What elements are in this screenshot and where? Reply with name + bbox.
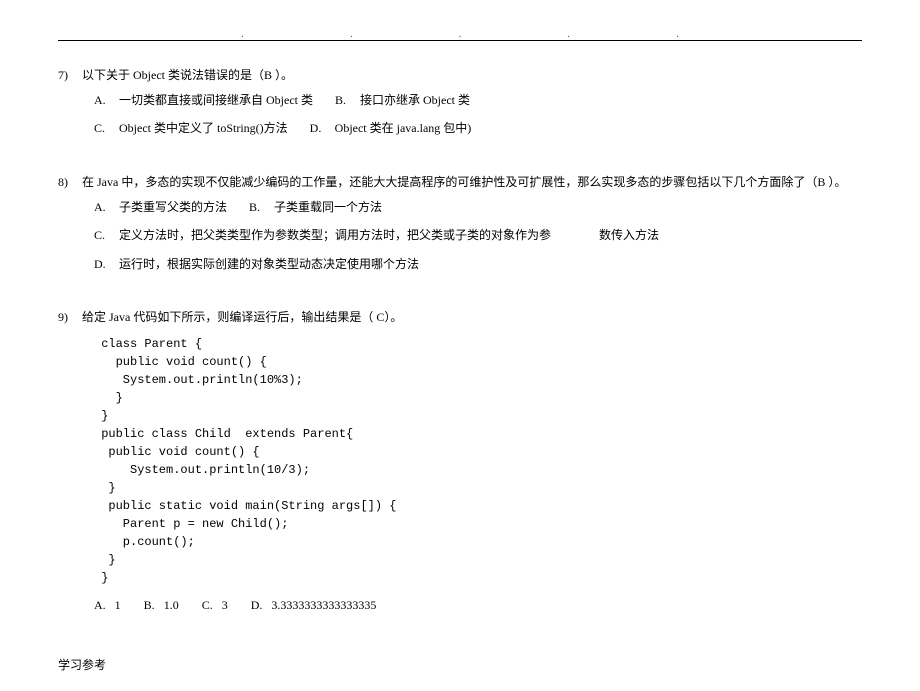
- option-label: A.: [94, 194, 116, 220]
- question-8: 8) 在 Java 中，多态的实现不仅能减少编码的工作量，还能大大提高程序的可维…: [58, 170, 862, 277]
- dot: .: [241, 29, 244, 40]
- option-text: 运行时，根据实际创建的对象类型动态决定使用哪个方法: [119, 257, 419, 271]
- option-text: 子类重载同一个方法: [274, 200, 382, 214]
- question-text: 在 Java 中，多态的实现不仅能减少编码的工作量，还能大大提高程序的可维护性及…: [82, 170, 862, 194]
- dot: .: [459, 29, 462, 40]
- option-text: 1: [115, 598, 121, 612]
- option-text: 接口亦继承 Object 类: [360, 93, 470, 107]
- option-text-trailing: 数传入方法: [599, 228, 659, 242]
- option-text: 1.0: [164, 598, 179, 612]
- option-text: 定义方法时，把父类类型作为参数类型；调用方法时，把父类或子类的对象作为参: [119, 228, 551, 242]
- option-label: B.: [249, 194, 271, 220]
- dot: .: [676, 29, 679, 40]
- footer-text: 学习参考: [58, 656, 106, 673]
- option-label: D.: [94, 251, 116, 277]
- option-text: Object 类在 java.lang 包中): [335, 121, 472, 135]
- option-label: C.: [94, 222, 116, 248]
- question-options: A. 子类重写父类的方法 B. 子类重载同一个方法 C. 定义方法时，把父类类型…: [58, 194, 862, 277]
- option-label: C.: [94, 115, 116, 141]
- option-label: B.: [144, 598, 155, 612]
- question-options: A. 一切类都直接或间接继承自 Object 类 B. 接口亦继承 Object…: [58, 87, 862, 142]
- option-text: Object 类中定义了 toString()方法: [119, 121, 288, 135]
- question-number: 8): [58, 170, 82, 194]
- option-label: C.: [202, 598, 213, 612]
- header-rule: . . . . .: [58, 40, 862, 41]
- option-label: D.: [310, 115, 332, 141]
- question-number: 7): [58, 63, 82, 87]
- header-dots: . . . . .: [58, 29, 862, 40]
- code-block: class Parent { public void count() { Sys…: [58, 335, 862, 587]
- option-text: 一切类都直接或间接继承自 Object 类: [119, 93, 313, 107]
- option-text: 子类重写父类的方法: [119, 200, 227, 214]
- option-text: 3: [222, 598, 228, 612]
- question-text: 给定 Java 代码如下所示，则编译运行后，输出结果是（ C）。: [82, 305, 862, 329]
- option-text: 3.3333333333333335: [271, 598, 376, 612]
- option-label: A.: [94, 598, 106, 612]
- dot: .: [568, 29, 571, 40]
- option-label: B.: [335, 87, 357, 113]
- dot: .: [350, 29, 353, 40]
- question-7: 7) 以下关于 Object 类说法错误的是（B ）。 A. 一切类都直接或间接…: [58, 63, 862, 142]
- option-label: D.: [251, 598, 263, 612]
- option-label: A.: [94, 87, 116, 113]
- answer-options: A. 1 B. 1.0 C. 3 D. 3.3333333333333335: [58, 593, 862, 617]
- question-text: 以下关于 Object 类说法错误的是（B ）。: [82, 63, 862, 87]
- question-9: 9) 给定 Java 代码如下所示，则编译运行后，输出结果是（ C）。 clas…: [58, 305, 862, 617]
- question-number: 9): [58, 305, 82, 329]
